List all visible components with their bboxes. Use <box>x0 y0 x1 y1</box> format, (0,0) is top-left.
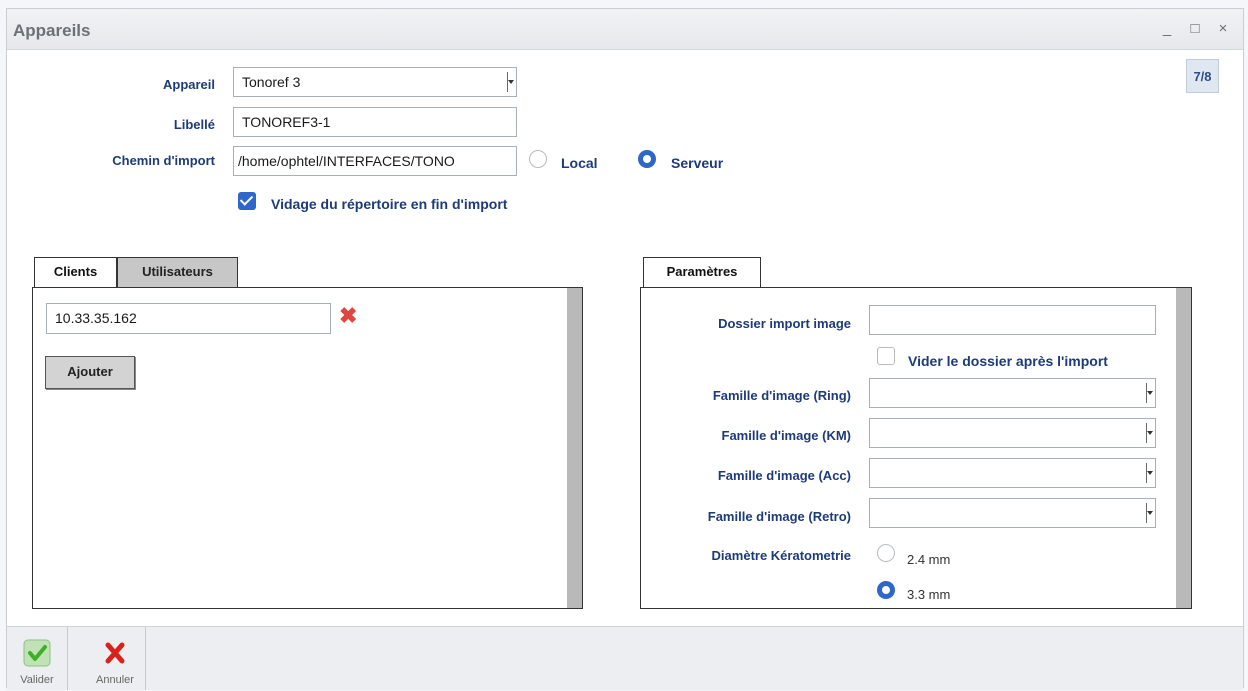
famille-retro-select[interactable] <box>869 498 1156 528</box>
diametre-2-4-label: 2.4 mm <box>907 552 951 567</box>
vider-dossier-label: Vider le dossier après l'import <box>908 353 1108 369</box>
title-bar: Appareils _ □ × <box>7 9 1243 50</box>
clients-panel: 10.33.35.162 ✖ Ajouter <box>32 287 583 609</box>
page-indicator: 7/8 <box>1186 59 1219 93</box>
chevron-down-icon <box>1146 423 1153 443</box>
window-title: Appareils <box>13 21 91 40</box>
cancel-button[interactable]: Annuler <box>85 627 146 690</box>
chemin-label: Chemin d'import <box>112 153 215 168</box>
famille-acc-select[interactable] <box>869 458 1156 488</box>
clients-scrollbar[interactable] <box>567 288 582 608</box>
maximize-icon[interactable]: □ <box>1185 19 1205 39</box>
diametre-3-3-label: 3.3 mm <box>907 587 951 602</box>
validate-label: Valider <box>20 674 54 686</box>
serveur-label: Serveur <box>671 155 724 171</box>
action-toolbar: Valider Annuler <box>7 626 1243 690</box>
tab-clients[interactable]: Clients <box>34 257 117 287</box>
chevron-down-icon <box>1146 503 1153 523</box>
appareil-label: Appareil <box>162 77 215 92</box>
close-icon[interactable]: × <box>1213 19 1233 39</box>
libelle-label: Libellé <box>173 117 215 132</box>
libelle-field[interactable]: TONOREF3-1 <box>233 107 517 137</box>
cancel-x-icon <box>105 642 125 664</box>
cancel-label: Annuler <box>96 674 134 686</box>
chevron-down-icon <box>1146 463 1153 483</box>
dossier-import-field[interactable] <box>869 305 1156 335</box>
serveur-radio[interactable] <box>638 150 656 168</box>
diametre-3-3-radio[interactable] <box>877 581 895 599</box>
local-label: Local <box>561 155 598 171</box>
famille-ring-label: Famille d'image (Ring) <box>712 388 851 403</box>
diametre-label: Diamètre Kératometrie <box>711 548 851 563</box>
famille-acc-label: Famille d'image (Acc) <box>717 468 851 483</box>
appareil-value: Tonoref 3 <box>242 74 301 90</box>
add-client-button[interactable]: Ajouter <box>45 356 135 389</box>
appareil-select[interactable]: Tonoref 3 <box>233 67 517 97</box>
parametres-panel: Dossier import image Vider le dossier ap… <box>640 287 1192 609</box>
dossier-import-label: Dossier import image <box>718 316 851 331</box>
check-icon <box>23 639 51 667</box>
chevron-down-icon <box>1146 383 1153 403</box>
vidage-label: Vidage du répertoire en fin d'import <box>271 196 508 212</box>
appareils-window: Appareils _ □ × 7/8 Appareil Tonoref 3 L… <box>6 8 1244 690</box>
diametre-2-4-radio[interactable] <box>877 544 895 562</box>
chevron-down-icon <box>507 72 514 92</box>
remove-client-icon[interactable]: ✖ <box>339 303 357 329</box>
chemin-field[interactable]: /home/ophtel/INTERFACES/TONO <box>233 146 517 176</box>
validate-button[interactable]: Valider <box>7 627 68 690</box>
client-ip-field[interactable]: 10.33.35.162 <box>46 303 331 334</box>
local-radio[interactable] <box>529 150 547 168</box>
parametres-scrollbar[interactable] <box>1176 288 1191 608</box>
tab-utilisateurs[interactable]: Utilisateurs <box>117 257 238 287</box>
vider-dossier-checkbox[interactable] <box>877 347 895 365</box>
vidage-checkbox[interactable] <box>238 192 256 210</box>
tab-parametres[interactable]: Paramètres <box>643 257 761 287</box>
minimize-icon[interactable]: _ <box>1157 19 1177 39</box>
famille-ring-select[interactable] <box>869 378 1156 408</box>
famille-retro-label: Famille d'image (Retro) <box>707 509 851 524</box>
famille-km-label: Famille d'image (KM) <box>721 428 852 443</box>
famille-km-select[interactable] <box>869 418 1156 448</box>
